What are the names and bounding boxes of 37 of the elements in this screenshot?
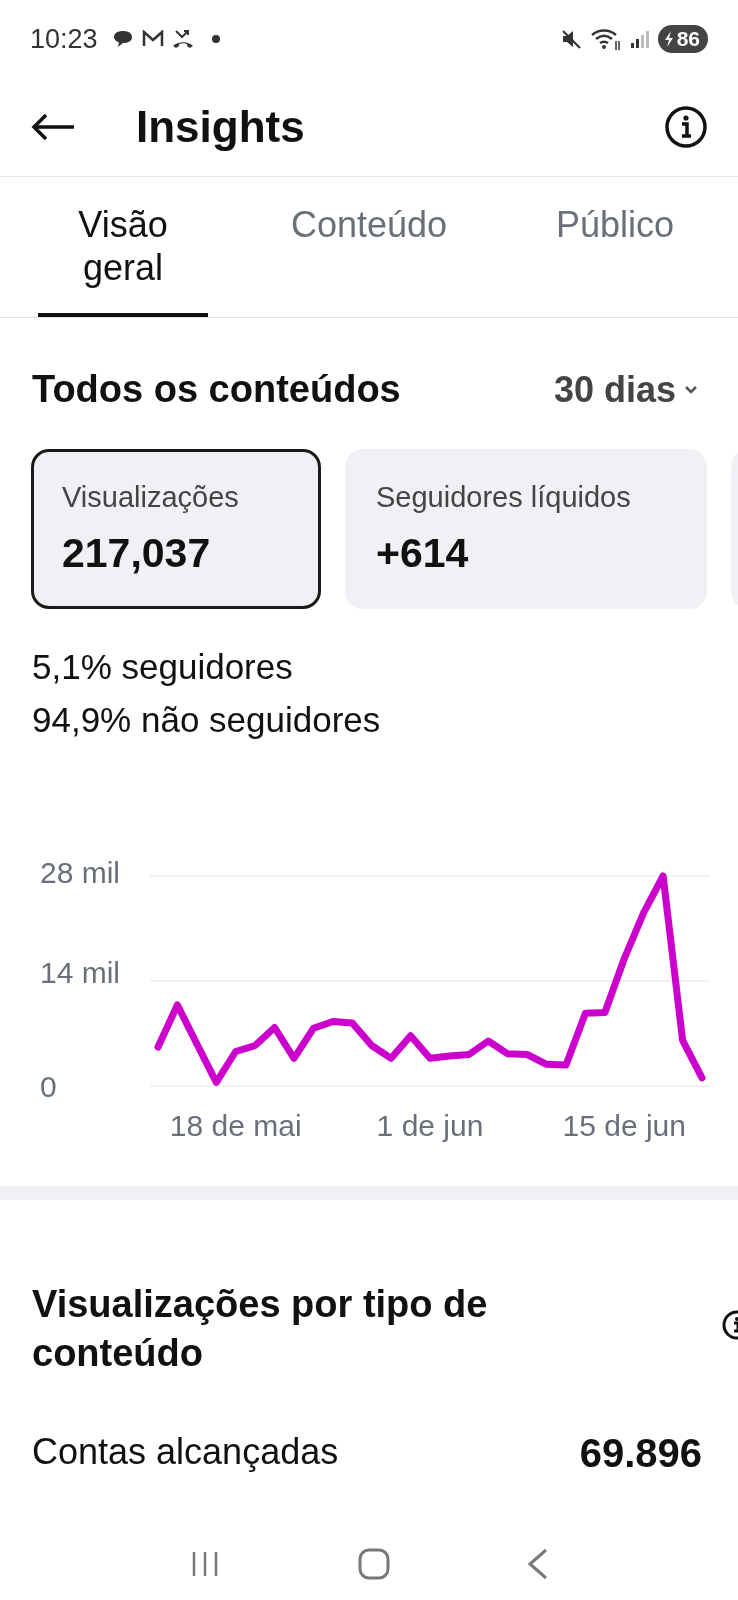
wifi-icon [589, 27, 622, 51]
metric-value: 69.896 [579, 1430, 702, 1476]
mail-icon [141, 30, 164, 48]
battery-indicator: 86 [657, 25, 708, 53]
audience-share-text: 5,1% seguidores [32, 646, 294, 688]
x-axis-label: 1 de jun [376, 1109, 484, 1142]
section-title: Todos os conteúdos [32, 368, 401, 411]
metric-label: Seguidores líquidos [376, 481, 631, 514]
tab[interactable]: Público [530, 177, 700, 317]
back-nav-button[interactable] [526, 1548, 550, 1580]
tab[interactable]: Conteúdo [284, 177, 454, 317]
chat-icon [111, 29, 134, 49]
x-axis-label: 18 de mai [169, 1109, 302, 1142]
mute-icon [559, 28, 582, 50]
period-dropdown[interactable]: 30 dias [553, 368, 698, 411]
y-axis-label: 0 [40, 1072, 58, 1102]
metric-label: Visualizações [62, 481, 239, 514]
metric-value: 217,037 [62, 530, 211, 577]
back-button[interactable] [30, 112, 76, 142]
metric-card[interactable]: Visualizações 217,037 [31, 449, 321, 609]
metric-label: Contas alcançadas [32, 1430, 339, 1474]
audience-share-text: 94,9% não seguidores [32, 698, 382, 741]
metric-card[interactable]: Seguidores líquidos +614 [345, 449, 707, 609]
caret-icon [684, 384, 698, 395]
page-title: Insights [136, 102, 306, 152]
tab[interactable]: Visão geral [38, 177, 208, 317]
missed-call-icon [171, 29, 194, 49]
y-axis-label: 28 mil [40, 858, 122, 888]
y-axis-label: 14 mil [40, 958, 122, 988]
info-button[interactable] [664, 105, 708, 149]
notification-dot-icon [211, 35, 220, 43]
metric-value: +614 [376, 530, 469, 577]
x-axis-label: 15 de jun [562, 1109, 686, 1142]
status-time: 10:23 [30, 23, 98, 55]
section-title: Visualizações por tipo de conteúdo [32, 1282, 489, 1377]
signal-icon [629, 29, 650, 49]
home-button[interactable] [358, 1548, 390, 1580]
